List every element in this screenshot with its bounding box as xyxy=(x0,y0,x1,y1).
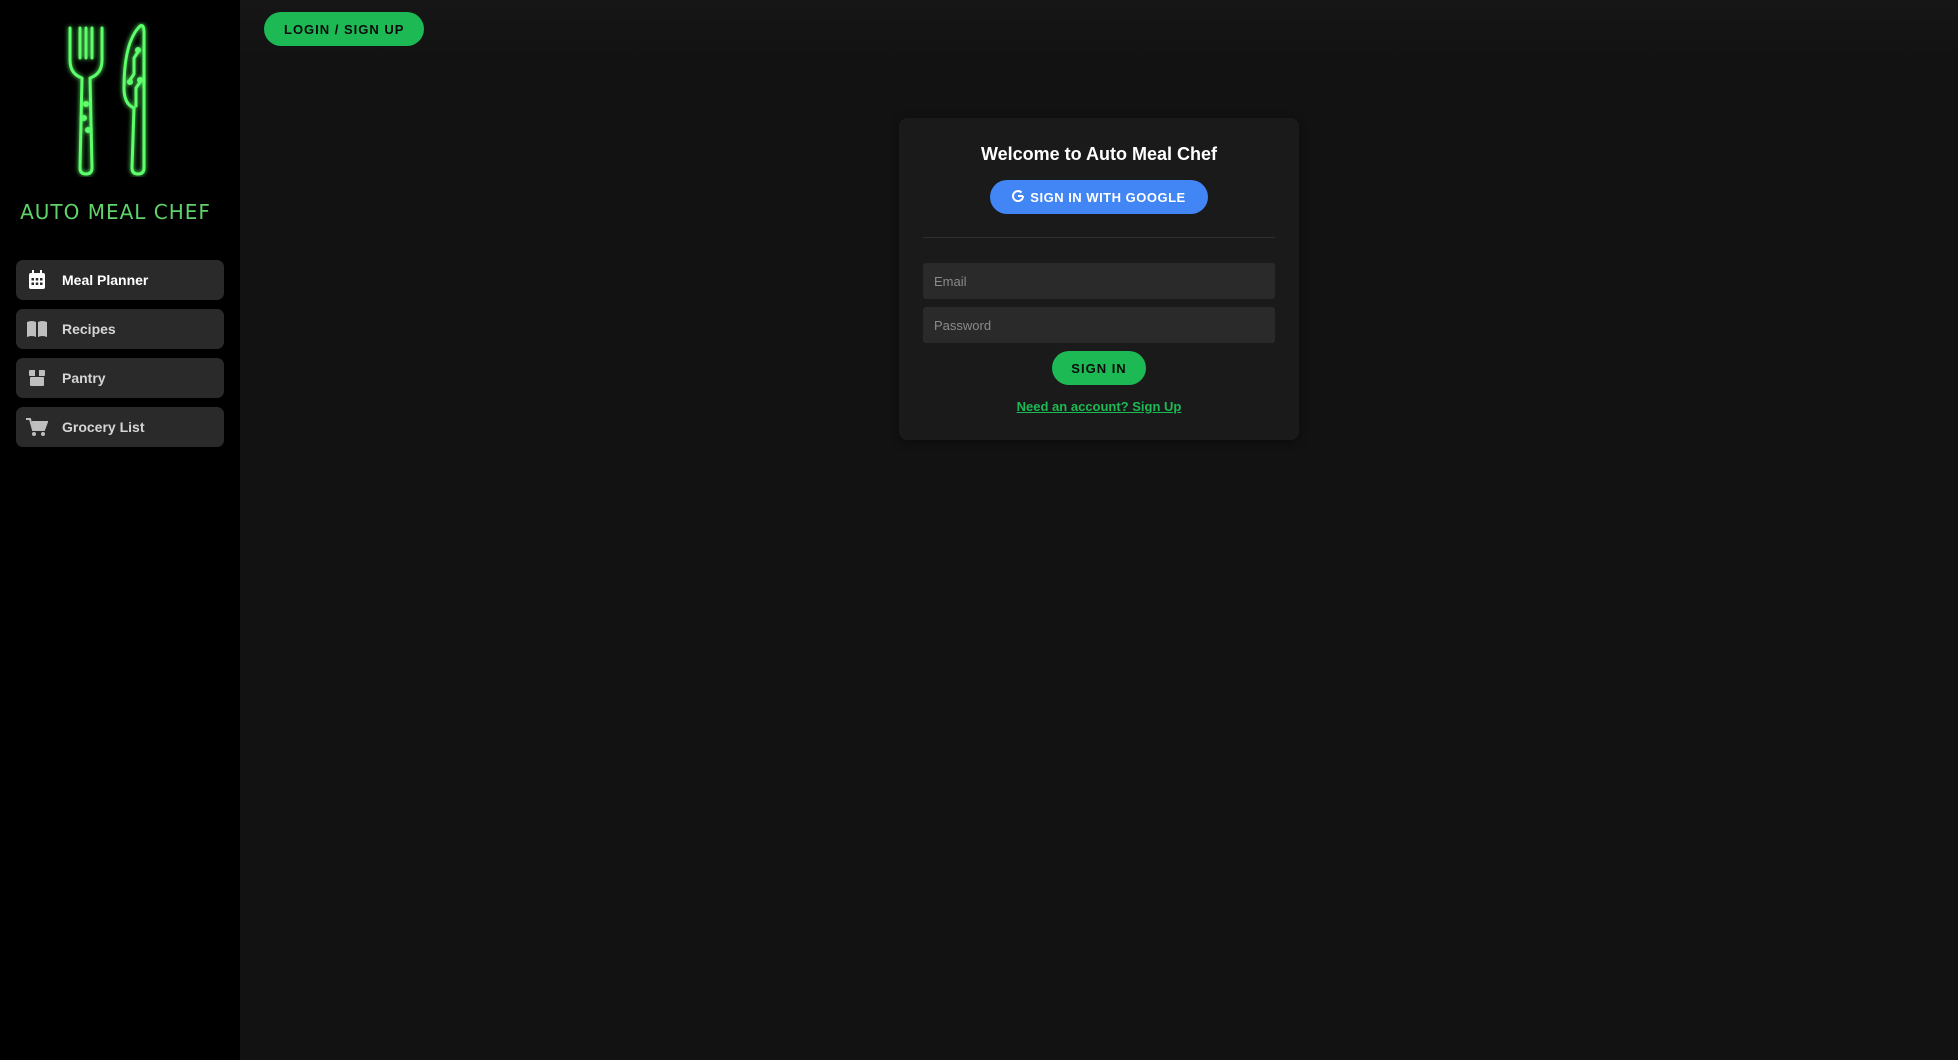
sidebar: AUTO MEAL CHEF Meal Planner Recipes Pant… xyxy=(0,0,240,1060)
cart-icon xyxy=(26,416,48,438)
google-icon xyxy=(1012,189,1025,205)
sign-in-button[interactable]: SIGN IN xyxy=(1052,351,1146,385)
google-signin-label: SIGN IN WITH GOOGLE xyxy=(1030,189,1186,205)
sidebar-item-label: Meal Planner xyxy=(62,272,149,288)
divider xyxy=(923,237,1275,238)
main-content: LOGIN / SIGN UP Welcome to Auto Meal Che… xyxy=(240,0,1958,1060)
top-bar: LOGIN / SIGN UP xyxy=(240,0,1958,60)
login-signup-button[interactable]: LOGIN / SIGN UP xyxy=(264,12,425,46)
sidebar-item-pantry[interactable]: Pantry xyxy=(16,358,224,398)
sidebar-item-label: Pantry xyxy=(62,370,106,386)
auth-card-title: Welcome to Auto Meal Chef xyxy=(980,144,1218,164)
sidebar-nav: Meal Planner Recipes Pantry Grocery List xyxy=(16,260,224,456)
calendar-icon xyxy=(26,269,48,291)
sidebar-item-meal-planner[interactable]: Meal Planner xyxy=(16,260,224,300)
fork-knife-neon-icon xyxy=(68,24,146,176)
open-book-icon xyxy=(26,318,48,340)
sign-up-link[interactable]: Need an account? Sign Up xyxy=(899,399,1299,414)
sidebar-item-label: Recipes xyxy=(62,321,116,337)
sidebar-item-grocery-list[interactable]: Grocery List xyxy=(16,407,224,447)
app-root: AUTO MEAL CHEF Meal Planner Recipes Pant… xyxy=(0,0,1958,1060)
sidebar-item-recipes[interactable]: Recipes xyxy=(16,309,224,349)
google-signin-button[interactable]: SIGN IN WITH GOOGLE xyxy=(990,180,1208,214)
box-icon xyxy=(26,367,48,389)
password-field[interactable] xyxy=(923,307,1275,343)
auth-card: Welcome to Auto Meal Chef SIGN IN WITH G… xyxy=(899,118,1299,440)
brand-name: AUTO MEAL CHEF xyxy=(20,200,211,224)
sidebar-item-label: Grocery List xyxy=(62,419,145,435)
email-field[interactable] xyxy=(923,263,1275,299)
